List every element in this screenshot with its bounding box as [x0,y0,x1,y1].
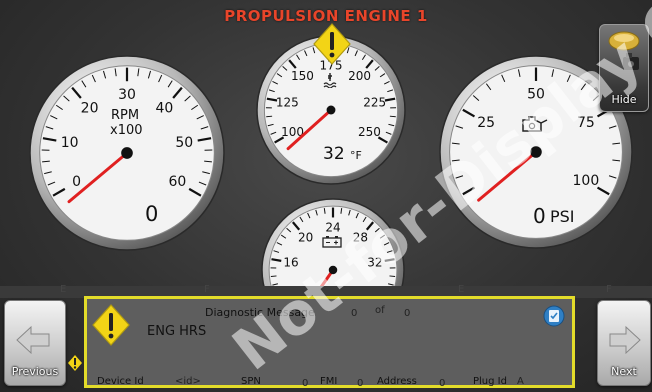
device-id-label: Device Id [97,376,144,387]
temperature-gauge-tick [266,115,273,118]
strip-letter: E [458,284,465,295]
rpm-gauge-tick-label: 40 [155,100,173,116]
left-arrow-icon [15,325,51,359]
oil-can-icon [519,114,551,134]
hide-button[interactable]: Hide [599,24,649,112]
diagnostic-panel: Diagnostic Message 0 of 0 ENG HRS Device… [84,296,575,389]
rpm-gauge-tick-label: 60 [168,174,186,190]
rpm-gauge-tick-label: 20 [81,100,99,116]
rpm-gauge-tick-label: 10 [61,135,79,151]
battery-icon [322,233,342,248]
battery-voltage-gauge-tick-label: 28 [353,230,368,244]
previous-button-label: Previous [11,365,59,378]
hide-button-label: Hide [611,93,637,106]
strip-letter: F [606,284,612,295]
temperature-value: 32 [323,144,345,164]
fmi-label: FMI [320,376,338,387]
temperature-gauge-tick-label: 225 [363,95,386,109]
oil-pressure-gauge-tick-label: 75 [577,115,595,131]
oil-pressure-unit: PSI [550,207,575,226]
battery-voltage-gauge-tick-label: 32 [367,256,382,270]
next-button-label: Next [611,365,637,378]
diagnostic-total: 0 [404,308,411,319]
warning-icon [312,22,352,70]
temperature-gauge-tick-label: 150 [291,69,314,83]
temperature-gauge-tick-label: 250 [358,125,381,139]
temperature-gauge-tick-label: 200 [348,69,371,83]
battery-voltage-gauge-needle-hub [328,265,338,275]
clipboard-check-icon[interactable] [543,305,565,331]
temperature-gauge-tick [389,115,396,118]
oil-pressure-gauge-tick-label: 100 [573,173,600,189]
rpm-gauge-tick-label: 50 [175,135,193,151]
battery-voltage-gauge-tick-label: 16 [283,256,298,270]
temperature-gauge-tick-label: 125 [276,95,299,109]
temperature-gauge-needle-hub [326,105,336,115]
alert-indicator-icon[interactable] [67,354,83,376]
previous-button[interactable]: Previous [4,300,66,386]
battery-voltage-gauge-tick-label: 20 [298,230,313,244]
diagnostic-of-label: of [375,305,385,316]
diagnostic-index: 0 [351,308,358,319]
rpm-value: 0 [145,202,159,226]
strip-letter: F [204,284,210,295]
spn-value: 0 [302,378,309,389]
fmi-value: 0 [357,378,364,389]
strip-letter: E [60,284,67,295]
diagnostic-header: Diagnostic Message [205,306,315,319]
rpm-unit-label: RPM [111,108,140,123]
rpm-gauge-dial: 0 10 20 30 40 50 60 [29,55,225,251]
engine-screen: PROPULSION ENGINE 1 0 10 20 30 40 50 60 RPM x1… [0,0,652,392]
spn-label: SPN [241,376,261,387]
right-arrow-icon [608,325,642,359]
rpm-gauge-tick-label: 0 [72,174,81,190]
address-label: Address [377,376,417,387]
device-id-value: <id> [175,376,201,387]
oil-pressure-gauge-tick-label: 50 [527,86,545,102]
coolant-temp-icon [323,72,339,89]
hide-button-icon [606,29,642,77]
rpm-gauge: 0 10 20 30 40 50 60 [26,52,228,254]
rpm-unit-multiplier: x100 [110,123,143,138]
plug-id-value: A [517,376,524,387]
battery-voltage-gauge-tick [270,275,277,278]
battery-voltage-gauge-tick [389,275,396,278]
plug-id-label: Plug Id [473,376,507,387]
address-value: 0 [439,378,446,389]
next-button[interactable]: Next [597,300,651,386]
diagnostic-warning-icon [91,303,131,351]
oil-pressure-gauge-needle-hub [530,146,542,158]
oil-pressure-value: 0 [533,204,546,228]
diagnostic-message: ENG HRS [147,324,207,339]
oil-pressure-gauge-tick-label: 25 [477,115,495,131]
rpm-gauge-needle-hub [121,147,133,159]
rpm-gauge-tick-label: 30 [118,87,136,103]
temperature-unit: °F [350,149,362,162]
